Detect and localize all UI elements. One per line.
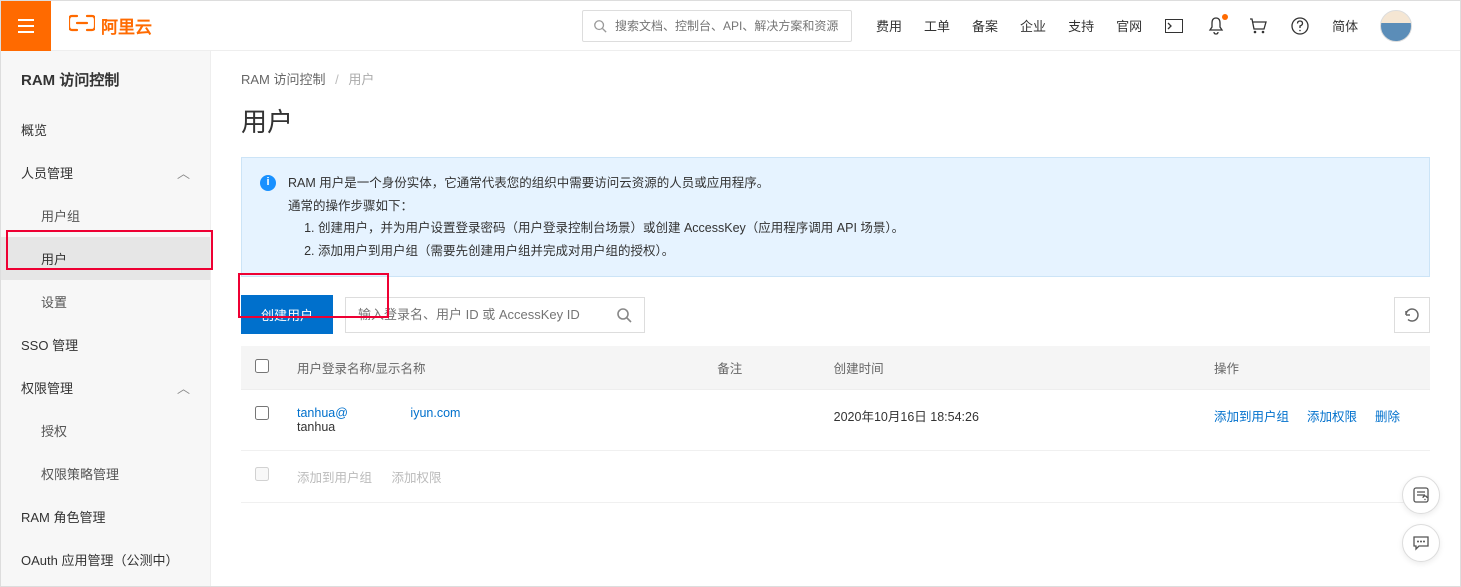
sidebar-item-policies[interactable]: 权限策略管理 xyxy=(1,452,210,495)
avatar[interactable] xyxy=(1380,10,1412,42)
table-footer-row: 添加到用户组 添加权限 xyxy=(241,451,1430,503)
user-display-name: tanhua xyxy=(297,420,689,434)
chat-icon xyxy=(1412,534,1430,552)
search-icon xyxy=(593,19,607,33)
breadcrumb-separator: / xyxy=(335,72,339,87)
info-step-2: 添加用户到用户组（需要先创建用户组并完成对用户组的授权）。 xyxy=(318,240,904,263)
breadcrumb-current: 用户 xyxy=(348,72,374,87)
chat-button[interactable] xyxy=(1402,524,1440,562)
nav-link-icp[interactable]: 备案 xyxy=(972,16,998,35)
col-action: 操作 xyxy=(1200,346,1430,390)
info-steps-title: 通常的操作步骤如下： xyxy=(288,195,904,218)
sidebar-item-overview[interactable]: 概览 xyxy=(1,108,210,151)
user-search-input[interactable] xyxy=(358,307,616,322)
logo[interactable]: 阿里云 xyxy=(51,13,152,39)
breadcrumb: RAM 访问控制 / 用户 xyxy=(241,69,1430,88)
col-loginname: 用户登录名称/显示名称 xyxy=(283,346,703,390)
cart-icon[interactable] xyxy=(1248,16,1268,36)
feedback-button[interactable] xyxy=(1402,476,1440,514)
select-all-checkbox[interactable] xyxy=(255,359,269,373)
nav-link-official[interactable]: 官网 xyxy=(1116,16,1142,35)
users-table: 用户登录名称/显示名称 备注 创建时间 操作 tanhua@ iyun.com … xyxy=(241,346,1430,503)
sidebar-item-grants[interactable]: 授权 xyxy=(1,409,210,452)
nav-link-fee[interactable]: 费用 xyxy=(876,16,902,35)
action-add-permission[interactable]: 添加权限 xyxy=(1307,406,1357,425)
main-content: ‹ RAM 访问控制 / 用户 用户 i RAM 用户是一个身份实体，它通常代表… xyxy=(211,51,1460,586)
breadcrumb-root[interactable]: RAM 访问控制 xyxy=(241,72,326,87)
row-checkbox[interactable] xyxy=(255,406,269,420)
action-add-to-group[interactable]: 添加到用户组 xyxy=(1214,406,1289,425)
sidebar-item-personnel[interactable]: 人员管理︿ xyxy=(1,151,210,194)
col-remark: 备注 xyxy=(703,346,819,390)
sidebar-item-roles[interactable]: RAM 角色管理 xyxy=(1,495,210,538)
refresh-button[interactable] xyxy=(1394,297,1430,333)
nav-link-enterprise[interactable]: 企业 xyxy=(1020,16,1046,35)
global-search-input[interactable] xyxy=(615,19,841,33)
logo-icon xyxy=(69,13,95,39)
body: RAM 访问控制 概览 人员管理︿ 用户组 用户 设置 SSO 管理 权限管理︿… xyxy=(1,51,1460,586)
info-box: i RAM 用户是一个身份实体，它通常代表您的组织中需要访问云资源的人员或应用程… xyxy=(241,157,1430,277)
refresh-icon xyxy=(1404,307,1420,323)
logo-text: 阿里云 xyxy=(101,13,152,38)
user-search-box[interactable] xyxy=(345,297,645,333)
sidebar-item-sso[interactable]: SSO 管理 xyxy=(1,323,210,366)
col-created: 创建时间 xyxy=(820,346,1200,390)
sidebar: RAM 访问控制 概览 人员管理︿ 用户组 用户 设置 SSO 管理 权限管理︿… xyxy=(1,51,211,586)
sidebar-item-permissions[interactable]: 权限管理︿ xyxy=(1,366,210,409)
user-remark xyxy=(703,390,819,451)
info-icon: i xyxy=(260,175,276,191)
footer-checkbox xyxy=(255,467,269,481)
info-step-1: 创建用户，并为用户设置登录密码（用户登录控制台场景）或创建 AccessKey（… xyxy=(318,217,904,240)
page-title: 用户 xyxy=(241,102,1430,139)
nav-link-ticket[interactable]: 工单 xyxy=(924,16,950,35)
user-created: 2020年10月16日 18:54:26 xyxy=(820,390,1200,451)
bulk-add-permission: 添加权限 xyxy=(392,471,442,485)
sidebar-item-users[interactable]: 用户 xyxy=(1,237,210,280)
nav-link-support[interactable]: 支持 xyxy=(1068,16,1094,35)
sidebar-title: RAM 访问控制 xyxy=(1,51,210,108)
hamburger-icon xyxy=(16,16,36,36)
feedback-icon xyxy=(1412,486,1430,504)
info-text: RAM 用户是一个身份实体，它通常代表您的组织中需要访问云资源的人员或应用程序。… xyxy=(288,172,904,262)
help-icon[interactable] xyxy=(1290,16,1310,36)
create-user-button[interactable]: 创建用户 xyxy=(241,295,333,334)
table-row: tanhua@ iyun.com tanhua 2020年10月16日 18:5… xyxy=(241,390,1430,451)
action-delete[interactable]: 删除 xyxy=(1375,406,1400,425)
sidebar-item-settings[interactable]: 设置 xyxy=(1,280,210,323)
menu-button[interactable] xyxy=(1,1,51,51)
search-icon[interactable] xyxy=(616,307,632,323)
user-login-name[interactable]: tanhua@ iyun.com xyxy=(297,406,689,420)
sidebar-item-oauth[interactable]: OAuth 应用管理（公测中） xyxy=(1,538,210,581)
top-links: 费用 工单 备案 企业 支持 官网 简体 xyxy=(852,10,1436,42)
lang-switch[interactable]: 简体 xyxy=(1332,16,1358,35)
terminal-icon[interactable] xyxy=(1164,16,1184,36)
top-bar: 阿里云 费用 工单 备案 企业 支持 官网 简体 xyxy=(1,1,1460,51)
global-search[interactable] xyxy=(582,10,852,42)
bell-icon[interactable] xyxy=(1206,16,1226,36)
chevron-up-icon: ︿ xyxy=(177,378,190,397)
sidebar-item-usergroups[interactable]: 用户组 xyxy=(1,194,210,237)
info-description: RAM 用户是一个身份实体，它通常代表您的组织中需要访问云资源的人员或应用程序。 xyxy=(288,172,904,195)
action-row: 创建用户 xyxy=(241,295,1430,334)
chevron-up-icon: ︿ xyxy=(177,163,190,182)
bulk-add-to-group: 添加到用户组 xyxy=(297,471,372,485)
